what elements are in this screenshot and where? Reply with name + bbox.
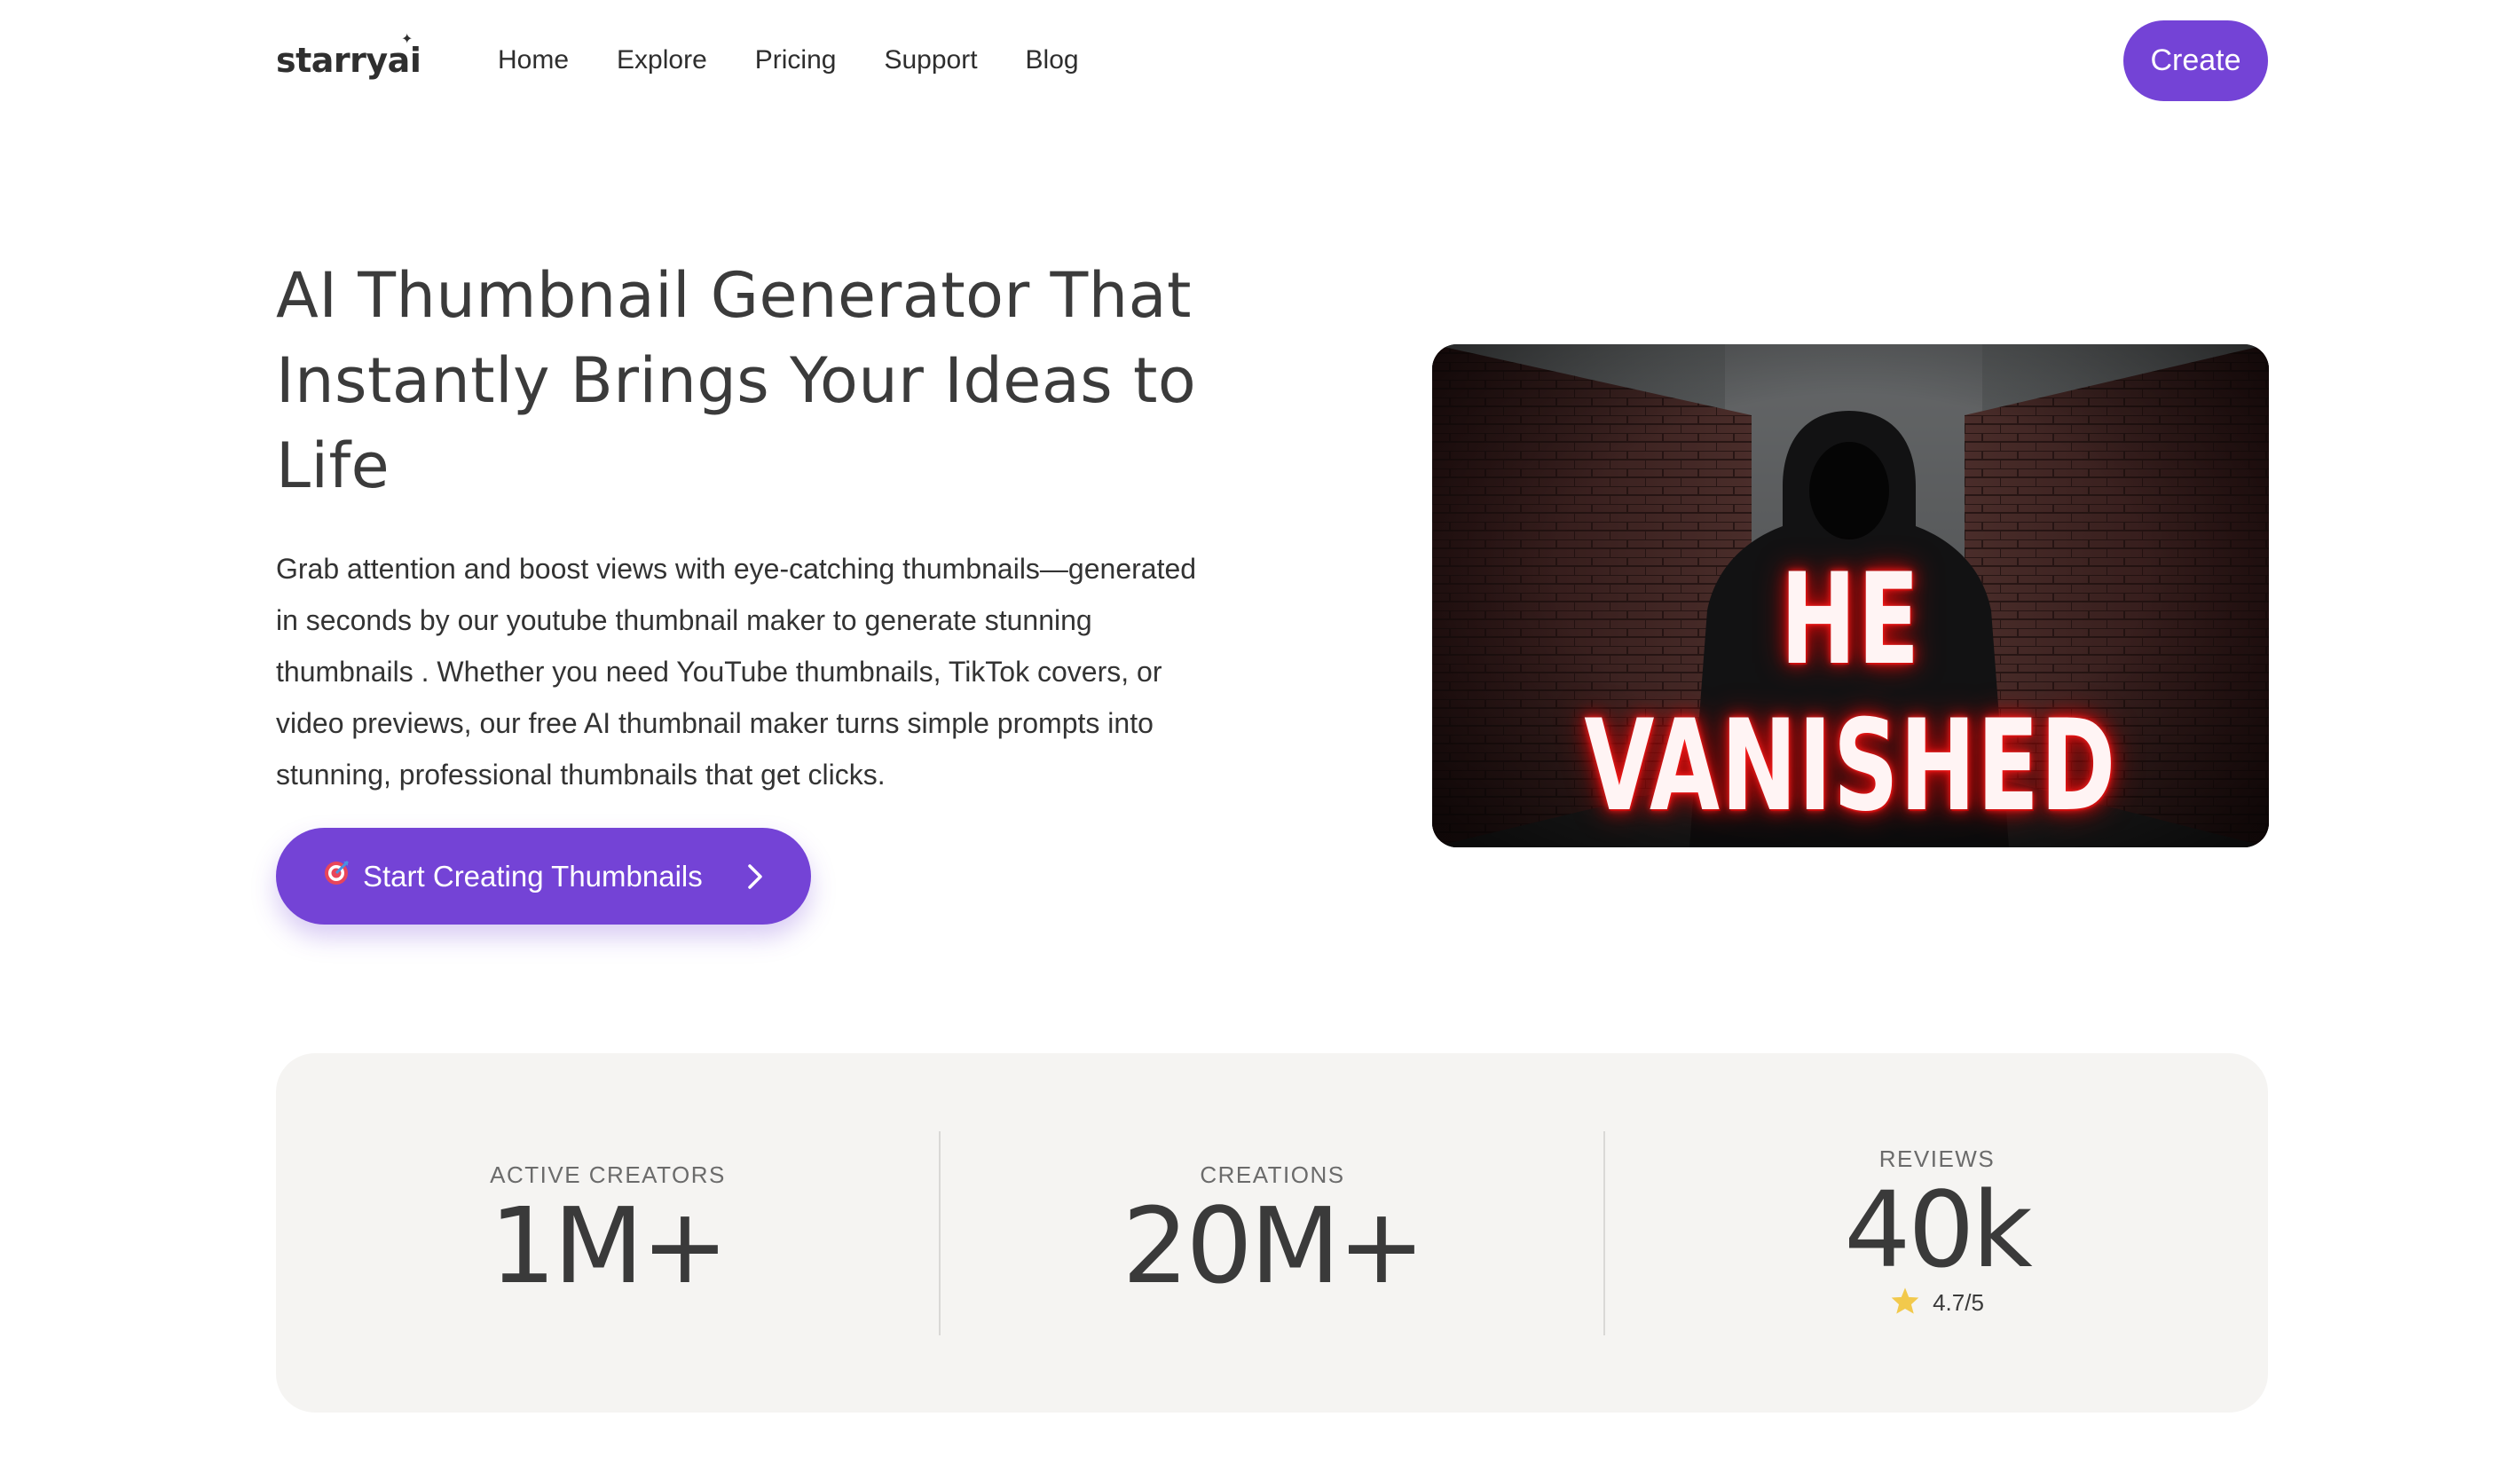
stat-value: 1M+ [489,1185,729,1307]
star-icon [1890,1287,1920,1319]
chevron-right-icon [747,863,763,890]
hero-description: Grab attention and boost views with eye-… [276,553,1197,791]
stat-creations: CREATIONS 20M+ [941,1053,1604,1413]
dart-target-icon [322,858,350,894]
top-navigation: starryai ✦ Home Explore Pricing Support … [276,20,2268,101]
rating-value: 4.7/5 [1933,1289,1984,1316]
sparkle-icon: ✦ [401,30,413,47]
nav-link-pricing[interactable]: Pricing [755,45,837,75]
stat-value: 20M+ [1122,1185,1426,1307]
create-button[interactable]: Create [2123,20,2268,101]
nav-link-explore[interactable]: Explore [617,45,707,75]
start-creating-label: Start Creating Thumbnails [363,859,703,893]
hero-title: AI Thumbnail Generator That Instantly Br… [276,259,1197,502]
stat-value: 40k [1844,1169,2032,1291]
rating: 4.7/5 [1605,1287,2269,1319]
nav-link-support[interactable]: Support [884,45,977,75]
nav-link-home[interactable]: Home [498,45,569,75]
logo-text: starryai [276,41,421,80]
nav-link-blog[interactable]: Blog [1026,45,1079,75]
stats-panel: ACTIVE CREATORS 1M+ CREATIONS 20M+ REVIE… [276,1053,2268,1413]
start-creating-button[interactable]: Start Creating Thumbnails [276,828,811,925]
stat-reviews: REVIEWS 40k 4.7/5 [1605,1053,2269,1413]
nav-links: Home Explore Pricing Support Blog [498,45,1079,75]
thumbnail-preview-image: HE VANISHED [1432,344,2269,847]
stat-active-creators: ACTIVE CREATORS 1M+ [276,1053,940,1413]
thumbnail-overlay-text: HE VANISHED [1584,547,2117,839]
logo[interactable]: starryai ✦ [276,30,498,80]
